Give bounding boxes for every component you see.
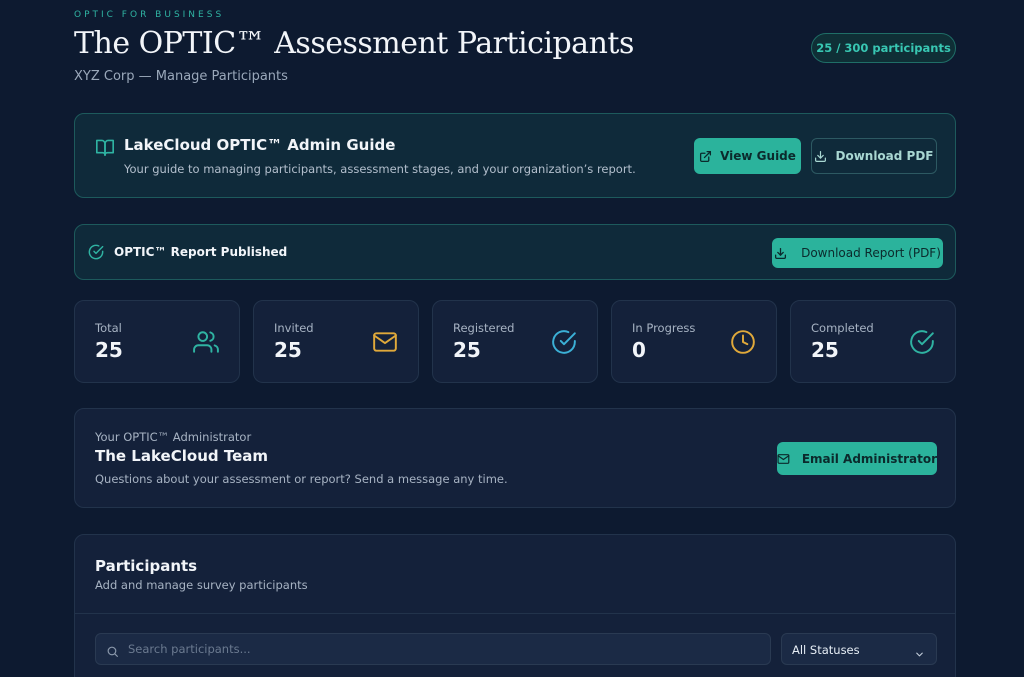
report-published-card: OPTIC™ Report Published Download Report … [74, 224, 956, 280]
clock-icon [730, 329, 756, 359]
stat-label: Invited [274, 321, 314, 335]
stat-label: Registered [453, 321, 515, 335]
book-open-icon [95, 138, 115, 160]
search-box [95, 633, 771, 665]
stat-card-in-progress: In Progress 0 [611, 300, 777, 383]
stat-value: 25 [95, 338, 123, 362]
users-icon [193, 329, 219, 359]
stat-card-completed: Completed 25 [790, 300, 956, 383]
brand-eyebrow: OPTIC FOR BUSINESS [74, 10, 225, 20]
administrator-name: The LakeCloud Team [95, 447, 268, 465]
stat-value: 0 [632, 338, 646, 362]
participant-count-badge: 25 / 300 participants [811, 33, 956, 63]
check-circle-icon [88, 244, 104, 264]
download-pdf-button[interactable]: Download PDF [811, 138, 937, 174]
admin-guide-card: LakeCloud OPTIC™ Admin Guide Your guide … [74, 113, 956, 198]
check-circle-icon [551, 329, 577, 359]
page: OPTIC FOR BUSINESS The OPTIC™ Assessment… [0, 0, 1024, 677]
page-subtitle: XYZ Corp — Manage Participants [74, 69, 288, 84]
page-title: The OPTIC™ Assessment Participants [74, 26, 634, 61]
download-report-label: Download Report (PDF) [801, 246, 941, 260]
admin-guide-description: Your guide to managing participants, ass… [124, 162, 636, 176]
stat-card-registered: Registered 25 [432, 300, 598, 383]
stat-card-total: Total 25 [74, 300, 240, 383]
participants-title: Participants [95, 557, 198, 575]
view-guide-button[interactable]: View Guide [694, 138, 801, 174]
download-icon [775, 247, 787, 259]
mail-icon [777, 453, 790, 464]
email-administrator-label: Email Administrator [801, 451, 937, 466]
stat-value: 25 [453, 338, 481, 362]
administrator-description: Questions about your assessment or repor… [95, 472, 508, 486]
stat-label: Total [95, 321, 122, 335]
mail-icon [372, 329, 398, 359]
participants-card: Participants Add and manage survey parti… [74, 534, 956, 677]
email-administrator-button[interactable]: Email Administrator [777, 442, 937, 475]
download-report-button[interactable]: Download Report (PDF) [772, 238, 943, 268]
stat-label: In Progress [632, 321, 696, 335]
status-filter-select[interactable]: All Statuses [781, 633, 937, 665]
check-circle-icon [909, 329, 935, 359]
administrator-card: Your OPTIC™ Administrator The LakeCloud … [74, 408, 956, 508]
download-pdf-label: Download PDF [835, 149, 934, 163]
report-status: OPTIC™ Report Published [114, 245, 288, 259]
stat-card-invited: Invited 25 [253, 300, 419, 383]
admin-guide-title: LakeCloud OPTIC™ Admin Guide [124, 136, 396, 154]
status-filter-value: All Statuses [792, 643, 860, 657]
participants-subtitle: Add and manage survey participants [95, 578, 308, 592]
external-link-icon [700, 150, 712, 162]
stat-value: 25 [274, 338, 302, 362]
search-icon [106, 643, 119, 662]
stat-value: 25 [811, 338, 839, 362]
chevron-down-icon [914, 645, 925, 664]
stat-label: Completed [811, 321, 874, 335]
divider [75, 613, 955, 614]
search-input[interactable] [128, 634, 758, 664]
administrator-label: Your OPTIC™ Administrator [95, 430, 252, 444]
view-guide-label: View Guide [720, 149, 796, 163]
download-icon [815, 150, 827, 162]
